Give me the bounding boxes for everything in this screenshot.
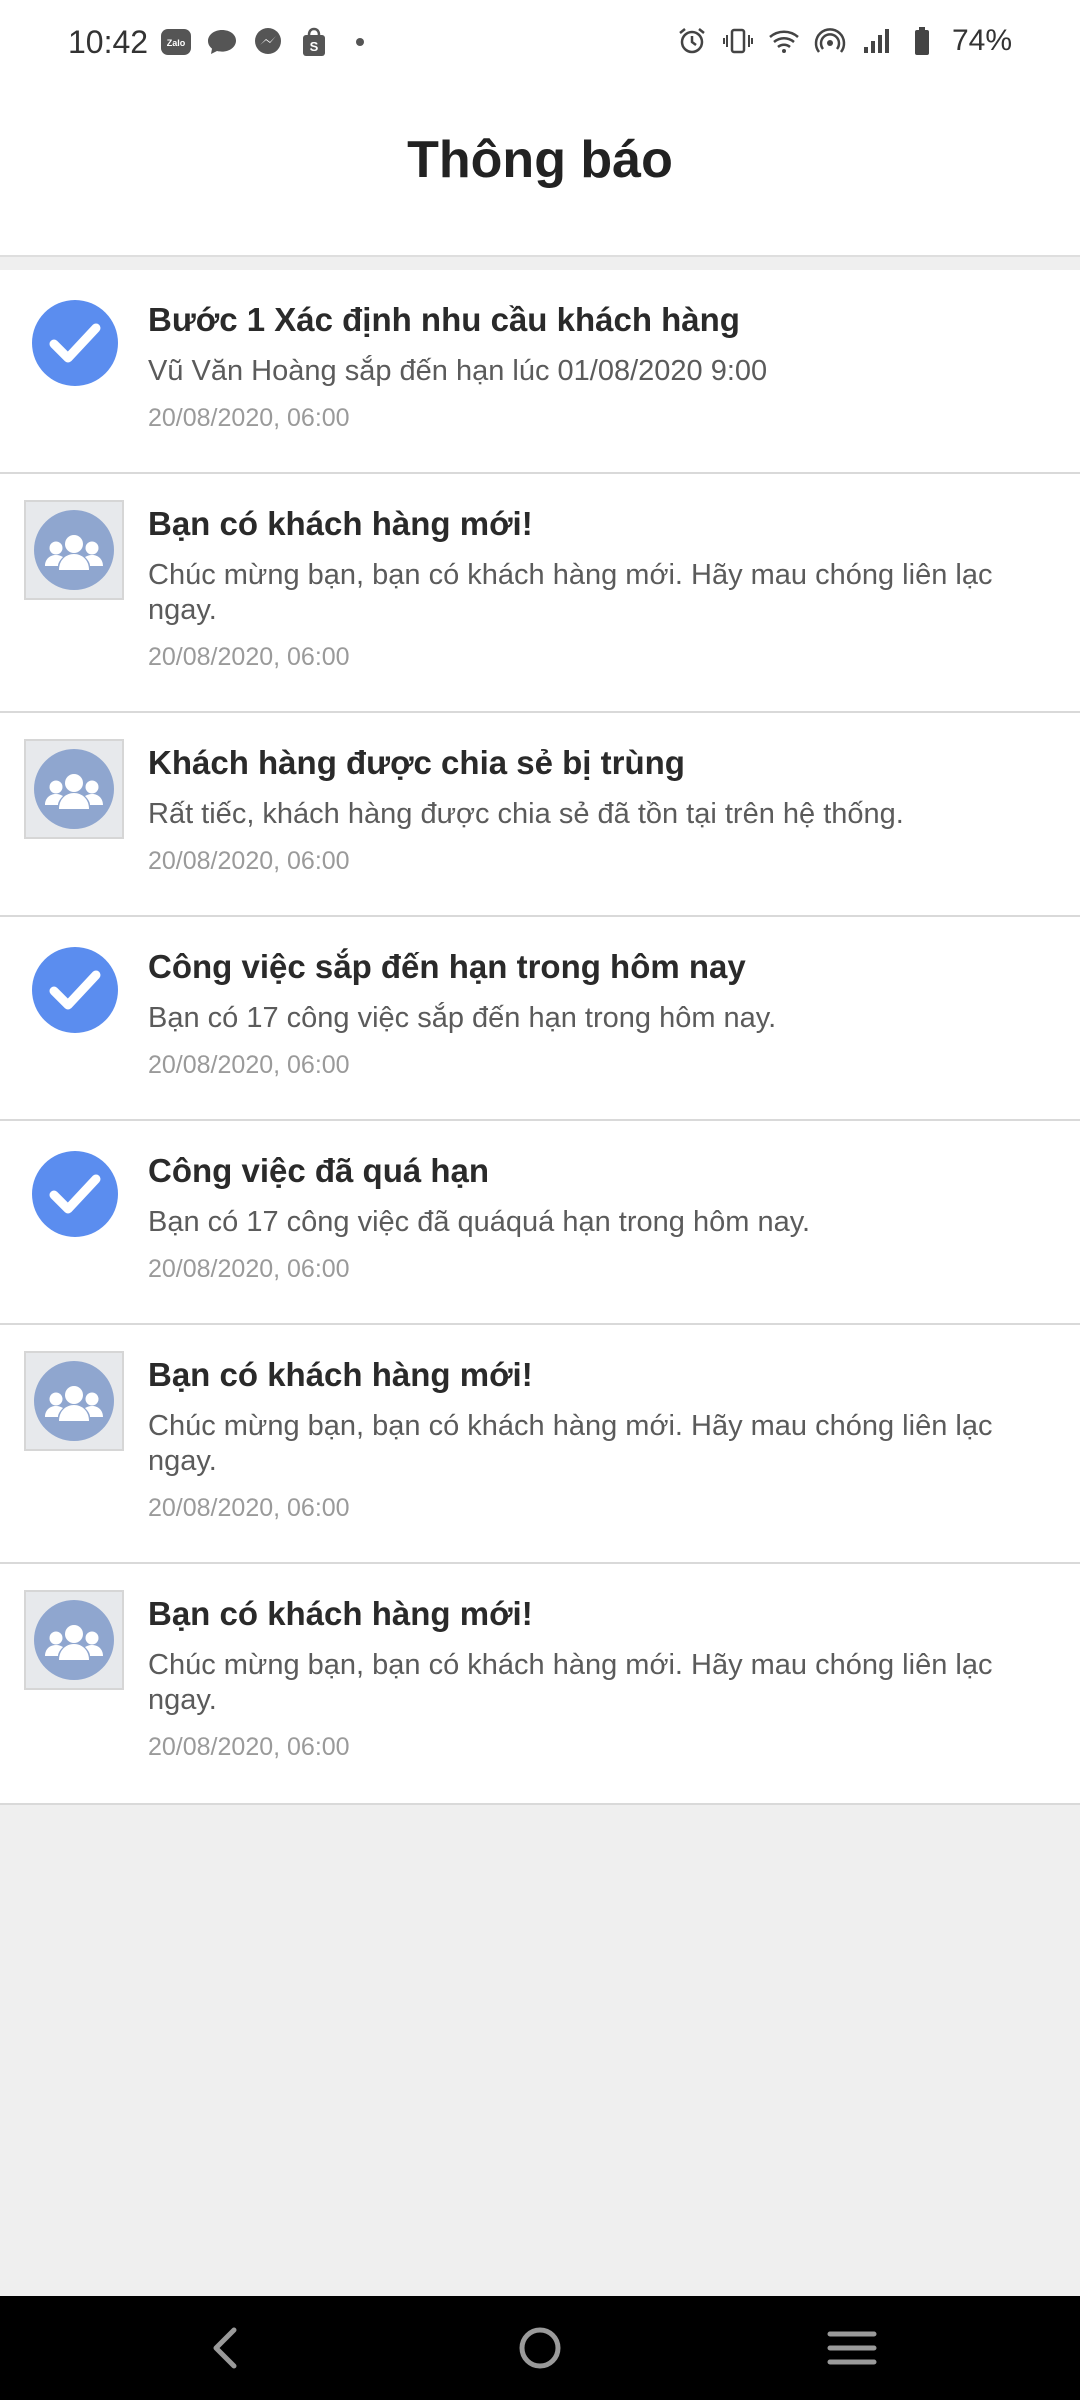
battery-icon xyxy=(914,27,929,55)
notification-title: Bước 1 Xác định nhu cầu khách hàng xyxy=(148,301,740,338)
notification-time: 20/08/2020, 06:00 xyxy=(148,847,350,875)
notification-item[interactable]: Bạn có khách hàng mới! Chúc mừng bạn, bạ… xyxy=(0,1325,1080,1564)
svg-text:Zalo: Zalo xyxy=(167,38,186,48)
wifi-icon xyxy=(769,30,799,53)
home-icon xyxy=(519,2327,561,2369)
notification-time: 20/08/2020, 06:00 xyxy=(148,643,350,671)
vibrate-icon xyxy=(722,28,753,54)
notification-item[interactable]: Bạn có khách hàng mới! Chúc mừng bạn, bạ… xyxy=(0,1564,1080,1803)
page-title: Thông báo xyxy=(407,131,673,189)
notification-body: Chúc mừng bạn, bạn có khách hàng mới. Hã… xyxy=(148,1649,993,1716)
notification-title: Công việc đã quá hạn xyxy=(148,1152,490,1189)
messenger-icon xyxy=(255,28,281,54)
back-icon xyxy=(213,2327,237,2369)
shopee-icon: S xyxy=(303,27,325,56)
notification-time: 20/08/2020, 06:00 xyxy=(148,1494,350,1522)
home-button[interactable] xyxy=(510,2322,570,2374)
recents-icon xyxy=(827,2331,877,2365)
app-header: Thông báo xyxy=(0,92,1080,257)
notification-body: Bạn có 17 công việc đã quáquá hạn trong … xyxy=(148,1206,811,1238)
group-avatar-icon xyxy=(24,739,124,839)
zalo-icon: Zalo xyxy=(161,29,191,55)
notification-time: 20/08/2020, 06:00 xyxy=(148,1733,350,1761)
status-time: 10:42 xyxy=(68,24,149,60)
system-status: 74% xyxy=(676,24,1012,58)
notification-title: Bạn có khách hàng mới! xyxy=(148,1595,533,1632)
notification-body: Bạn có 17 công việc sắp đến hạn trong hô… xyxy=(148,1002,777,1034)
notification-item[interactable]: Khách hàng được chia sẻ bị trùng Rất tiế… xyxy=(0,713,1080,917)
svg-text:S: S xyxy=(310,39,319,54)
notification-item[interactable]: Bước 1 Xác định nhu cầu khách hàng Vũ Vă… xyxy=(0,270,1080,474)
notification-item[interactable]: Bạn có khách hàng mới! Chúc mừng bạn, bạ… xyxy=(0,474,1080,713)
battery-percent: 74% xyxy=(951,24,1012,57)
notification-body: Chúc mừng bạn, bạn có khách hàng mới. Hã… xyxy=(148,1410,993,1477)
group-avatar-icon xyxy=(24,1351,124,1451)
notification-icons: Zalo S xyxy=(160,26,376,58)
recents-button[interactable] xyxy=(822,2322,882,2374)
notification-body: Chúc mừng bạn, bạn có khách hàng mới. Hã… xyxy=(148,559,993,626)
system-nav-bar xyxy=(0,2296,1080,2400)
notification-time: 20/08/2020, 06:00 xyxy=(148,1051,350,1079)
notification-item[interactable]: Công việc đã quá hạn Bạn có 17 công việc… xyxy=(0,1121,1080,1325)
back-button[interactable] xyxy=(196,2322,256,2374)
group-avatar-icon xyxy=(24,500,124,600)
signal-icon xyxy=(863,29,889,53)
notification-title: Khách hàng được chia sẻ bị trùng xyxy=(148,744,685,781)
notification-title: Công việc sắp đến hạn trong hôm nay xyxy=(148,948,746,985)
status-bar: 10:42 Zalo S 74% xyxy=(0,0,1080,92)
hotspot-icon xyxy=(814,28,846,53)
notification-title: Bạn có khách hàng mới! xyxy=(148,1356,533,1393)
check-circle-icon xyxy=(32,947,118,1033)
dot-icon xyxy=(356,38,364,46)
notification-body: Vũ Văn Hoàng sắp đến hạn lúc 01/08/2020 … xyxy=(148,355,768,387)
notification-list: Bước 1 Xác định nhu cầu khách hàng Vũ Vă… xyxy=(0,270,1080,1805)
notification-body: Rất tiếc, khách hàng được chia sẻ đã tồn… xyxy=(148,798,904,830)
group-avatar-icon xyxy=(24,1590,124,1690)
alarm-icon xyxy=(679,28,705,54)
notification-time: 20/08/2020, 06:00 xyxy=(148,404,350,432)
notification-time: 20/08/2020, 06:00 xyxy=(148,1255,350,1283)
notification-title: Bạn có khách hàng mới! xyxy=(148,505,533,542)
check-circle-icon xyxy=(32,300,118,386)
chat-bubble-icon xyxy=(208,30,236,54)
check-circle-icon xyxy=(32,1151,118,1237)
notification-item[interactable]: Công việc sắp đến hạn trong hôm nay Bạn … xyxy=(0,917,1080,1121)
